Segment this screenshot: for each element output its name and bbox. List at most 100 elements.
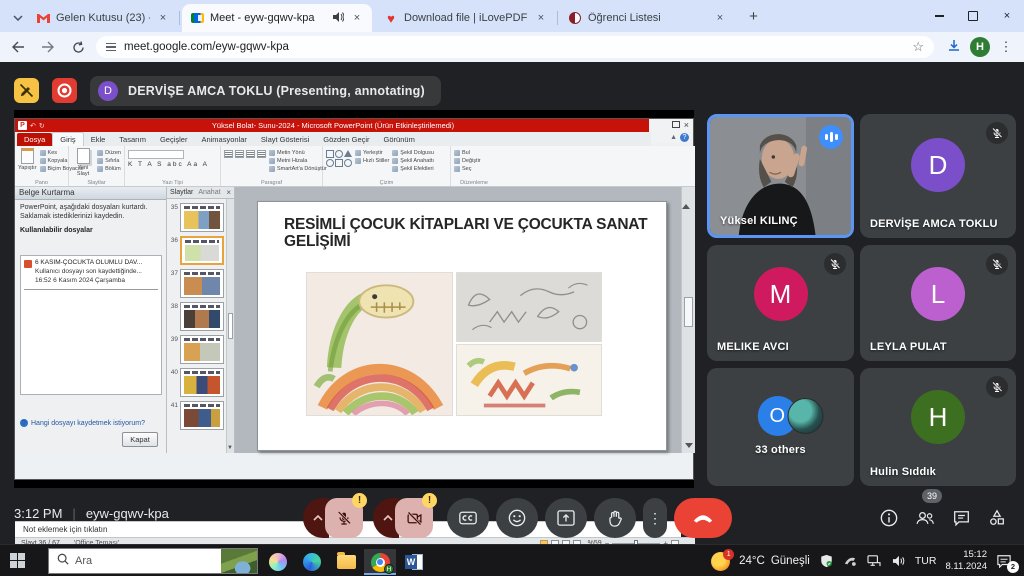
browser-tab-meet[interactable]: Meet - eyw-gqwv-kpa ×: [182, 4, 372, 32]
camera-off-button[interactable]: !: [395, 498, 433, 538]
reactions-button[interactable]: [496, 498, 538, 538]
shape-outline-button[interactable]: Şekil Anahattı: [392, 158, 434, 164]
slide-thumbnail[interactable]: 38: [168, 302, 227, 331]
help-icon[interactable]: ?: [680, 133, 689, 142]
section-button[interactable]: Bölüm: [97, 166, 121, 172]
forward-icon[interactable]: [36, 35, 60, 59]
find-button[interactable]: Bul: [454, 150, 481, 156]
participant-tile-video[interactable]: Yüksel KILINÇ: [707, 114, 854, 238]
downloads-icon[interactable]: [942, 39, 966, 56]
ribbon-tab-dosya[interactable]: Dosya: [17, 133, 52, 146]
volume-icon[interactable]: [891, 554, 906, 569]
paste-button[interactable]: Yapıştır: [18, 148, 37, 177]
activities-icon[interactable]: [984, 505, 1010, 531]
ribbon-collapse-icon[interactable]: ▲: [670, 134, 677, 141]
slide-thumbnail[interactable]: 37: [168, 269, 227, 298]
slide-thumbnail[interactable]: 40: [168, 368, 227, 397]
present-button[interactable]: [545, 498, 587, 538]
ribbon-tab-ekle[interactable]: Ekle: [84, 133, 113, 146]
slide-thumbnail[interactable]: 41: [168, 401, 227, 430]
quick-styles-button[interactable]: Hızlı Stiller: [355, 158, 389, 164]
weather-text[interactable]: 24°C Güneşli: [739, 555, 810, 567]
mic-muted-button[interactable]: !: [325, 498, 363, 538]
tab-slaytlar[interactable]: Slaytlar: [170, 189, 193, 196]
select-button[interactable]: Seç: [454, 166, 481, 172]
weather-icon[interactable]: 1: [711, 552, 730, 571]
more-options-button[interactable]: ⋮: [643, 498, 667, 538]
recovered-file-item[interactable]: 6 KASIM-ÇOCUKTA OLUMLU DAV... Kullanıcı …: [24, 259, 158, 285]
url-bar[interactable]: meet.google.com/eyw-gqwv-kpa ☆: [96, 36, 934, 58]
ribbon-tab-slayt-gosterisi[interactable]: Slayt Gösterisi: [254, 133, 316, 146]
start-button[interactable]: [10, 553, 26, 569]
search-highlight-image[interactable]: [221, 549, 257, 573]
shapes-gallery[interactable]: [326, 148, 352, 177]
window-minimize-button[interactable]: [922, 0, 956, 32]
font-select[interactable]: [128, 150, 184, 159]
ribbon-tab-giris[interactable]: Giriş: [52, 132, 83, 146]
ribbon-tab-tasarim[interactable]: Tasarım: [112, 133, 153, 146]
chat-icon[interactable]: [948, 505, 974, 531]
participant-tile[interactable]: D DERVİŞE AMCA TOKLU: [860, 114, 1016, 238]
numbering-icon[interactable]: [235, 150, 244, 158]
tab-close-icon[interactable]: ×: [534, 11, 548, 25]
slide-thumbnail[interactable]: 35: [168, 203, 227, 232]
leave-call-button[interactable]: [674, 498, 732, 538]
align-icon[interactable]: [257, 150, 266, 158]
taskbar-word-icon[interactable]: W: [398, 549, 430, 575]
participant-tile[interactable]: L LEYLA PULAT: [860, 245, 1016, 361]
device-icon[interactable]: [843, 554, 858, 569]
smartart-button[interactable]: SmartArt'a Dönüştür: [269, 166, 327, 172]
shape-effects-button[interactable]: Şekil Efektleri: [392, 166, 434, 172]
ribbon-tab-animasyonlar[interactable]: Animasyonlar: [194, 133, 253, 146]
taskbar-clock[interactable]: 15:12 8.11.2024: [945, 549, 987, 573]
text-direction-button[interactable]: Metin Yönü: [269, 150, 327, 156]
shape-fill-button[interactable]: Şekil Dolgusu: [392, 150, 434, 156]
slide-thumbnail[interactable]: 39: [168, 335, 227, 364]
taskbar-search[interactable]: Ara: [48, 548, 258, 574]
browser-profile-avatar[interactable]: H: [970, 37, 990, 57]
ppt-restore-button[interactable]: [672, 121, 680, 128]
bookmark-star-icon[interactable]: ☆: [912, 39, 924, 55]
slides-panel-scrollbar[interactable]: ▼: [226, 199, 234, 453]
taskbar-chrome-icon[interactable]: H: [364, 549, 396, 575]
browser-tab-ogrenci[interactable]: Öğrenci Listesi ×: [560, 4, 735, 32]
participant-tile-others[interactable]: O 33 others: [707, 368, 854, 486]
meeting-details-icon[interactable]: [876, 505, 902, 531]
panel-close-icon[interactable]: ×: [226, 188, 231, 197]
replace-button[interactable]: Değiştir: [454, 158, 481, 164]
recovery-close-button[interactable]: Kapat: [122, 432, 158, 447]
annotation-off-button[interactable]: [14, 78, 39, 103]
tab-audio-icon[interactable]: [333, 12, 344, 25]
tab-anahat[interactable]: Anahat: [198, 189, 220, 196]
browser-tab-ilovepdf[interactable]: ♥ Download file | iLovePDF ×: [376, 4, 556, 32]
new-tab-button[interactable]: +: [744, 7, 763, 26]
window-close-button[interactable]: ×: [990, 0, 1024, 32]
browser-menu-icon[interactable]: ⋮: [996, 39, 1016, 55]
ribbon-tab-gecisler[interactable]: Geçişler: [153, 133, 195, 146]
align-text-button[interactable]: Metni Hizala: [269, 158, 327, 164]
new-slide-button[interactable]: Yeni Slayt: [72, 148, 94, 177]
editor-scrollbar[interactable]: [681, 187, 695, 453]
notification-center-icon[interactable]: 2: [996, 554, 1014, 569]
reset-button[interactable]: Sıfırla: [97, 158, 121, 164]
reload-icon[interactable]: [66, 35, 90, 59]
people-icon[interactable]: [912, 505, 938, 531]
site-settings-icon[interactable]: [106, 43, 116, 51]
layout-button[interactable]: Düzen: [97, 150, 121, 156]
tab-close-icon[interactable]: ×: [713, 11, 727, 25]
ribbon-tab-gorunum[interactable]: Görünüm: [377, 133, 422, 146]
taskbar-copilot-icon[interactable]: [262, 549, 294, 575]
browser-tab-gmail[interactable]: Gelen Kutusu (23) - hulin.siddik ×: [28, 4, 178, 32]
participant-tile[interactable]: H Hulin Sıddık: [860, 368, 1016, 486]
tab-close-icon[interactable]: ×: [156, 11, 170, 25]
tab-search-icon[interactable]: [8, 7, 27, 26]
back-icon[interactable]: [6, 35, 30, 59]
ribbon-tab-gozden-gecir[interactable]: Gözden Geçir: [316, 133, 376, 146]
slide-thumbnail-selected[interactable]: 36: [168, 236, 227, 265]
ppt-title-bar[interactable]: P ↶ ↻ Yüksel Bolat- Sunu-2024 - Microsof…: [15, 119, 651, 132]
language-indicator[interactable]: TUR: [915, 555, 937, 567]
recording-indicator[interactable]: [52, 78, 77, 103]
raise-hand-button[interactable]: [594, 498, 636, 538]
captions-button[interactable]: [447, 498, 489, 538]
window-maximize-button[interactable]: [956, 0, 990, 32]
